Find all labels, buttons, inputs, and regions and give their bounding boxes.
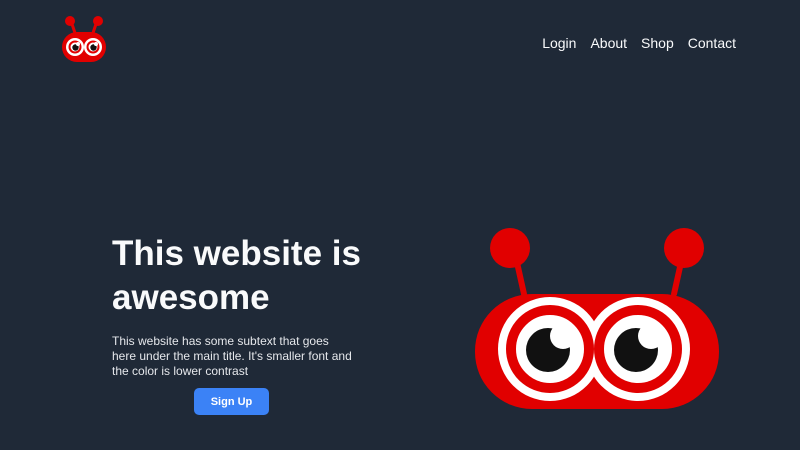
hero-subtext: This website has some subtext that goes … bbox=[112, 334, 352, 378]
main-navigation: Login About Shop Contact bbox=[542, 34, 736, 52]
sign-up-button[interactable]: Sign Up bbox=[194, 388, 269, 415]
nav-link-shop[interactable]: Shop bbox=[641, 34, 674, 52]
nav-link-about[interactable]: About bbox=[590, 34, 627, 52]
nav-link-contact[interactable]: Contact bbox=[688, 34, 736, 52]
nav-link-login[interactable]: Login bbox=[542, 34, 576, 52]
logo-icon[interactable] bbox=[58, 14, 110, 66]
mascot-icon bbox=[475, 228, 719, 409]
hero-title: This website is awesome bbox=[112, 234, 361, 317]
hero-section: This website is awesome This website has… bbox=[112, 232, 362, 379]
